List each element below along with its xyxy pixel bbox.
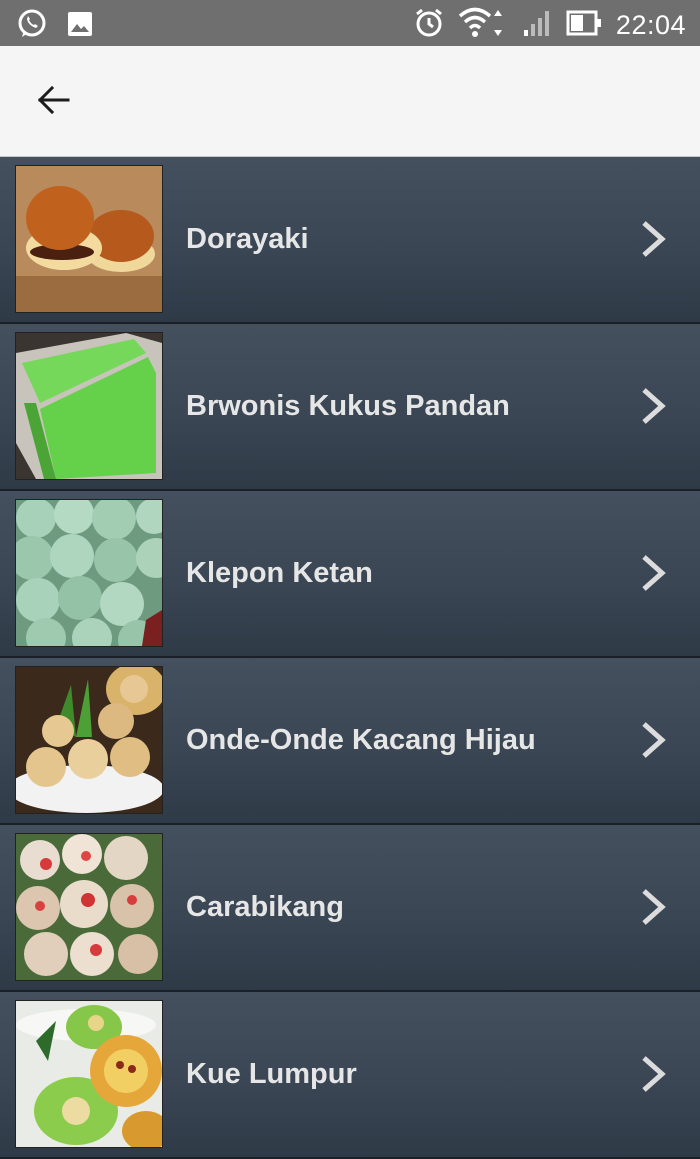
pandan-brownies-thumbnail (15, 332, 163, 480)
recipe-list: Dorayaki Brwonis Kukus Pandan Klepon Ket… (0, 157, 700, 1159)
list-item-label: Onde-Onde Kacang Hijau (186, 724, 536, 756)
list-item-carabikang[interactable]: Carabikang (0, 825, 700, 992)
list-item-label: Dorayaki (186, 223, 309, 255)
list-item-brwonis-kukus-pandan[interactable]: Brwonis Kukus Pandan (0, 324, 700, 491)
list-item-label: Carabikang (186, 891, 344, 923)
status-bar: 22:04 (0, 0, 700, 46)
arrow-back-icon (37, 85, 70, 115)
chevron-right-icon (642, 221, 666, 257)
list-item-dorayaki[interactable]: Dorayaki (0, 157, 700, 324)
wifi-icon (458, 6, 508, 45)
back-button[interactable] (28, 78, 80, 122)
list-item-klepon-ketan[interactable]: Klepon Ketan (0, 491, 700, 658)
kue-lumpur-thumbnail (15, 1000, 163, 1148)
klepon-thumbnail (15, 499, 163, 647)
battery-icon (566, 10, 602, 41)
list-item-kue-lumpur[interactable]: Kue Lumpur (0, 992, 700, 1159)
chevron-right-icon (642, 889, 666, 925)
alarm-icon (414, 7, 444, 44)
chevron-right-icon (642, 388, 666, 424)
signal-icon (522, 8, 552, 43)
carabikang-thumbnail (15, 833, 163, 981)
onde-onde-thumbnail (15, 666, 163, 814)
whatsapp-icon (16, 8, 48, 45)
list-item-label: Kue Lumpur (186, 1058, 357, 1090)
list-item-onde-onde-kacang-hijau[interactable]: Onde-Onde Kacang Hijau (0, 658, 700, 825)
list-item-label: Brwonis Kukus Pandan (186, 390, 510, 422)
gallery-icon (66, 10, 94, 43)
status-time: 22:04 (615, 10, 686, 40)
dorayaki-thumbnail (15, 165, 163, 313)
app-bar (0, 46, 700, 157)
list-item-label: Klepon Ketan (186, 557, 373, 589)
chevron-right-icon (642, 555, 666, 591)
chevron-right-icon (642, 1056, 666, 1092)
chevron-right-icon (642, 722, 666, 758)
